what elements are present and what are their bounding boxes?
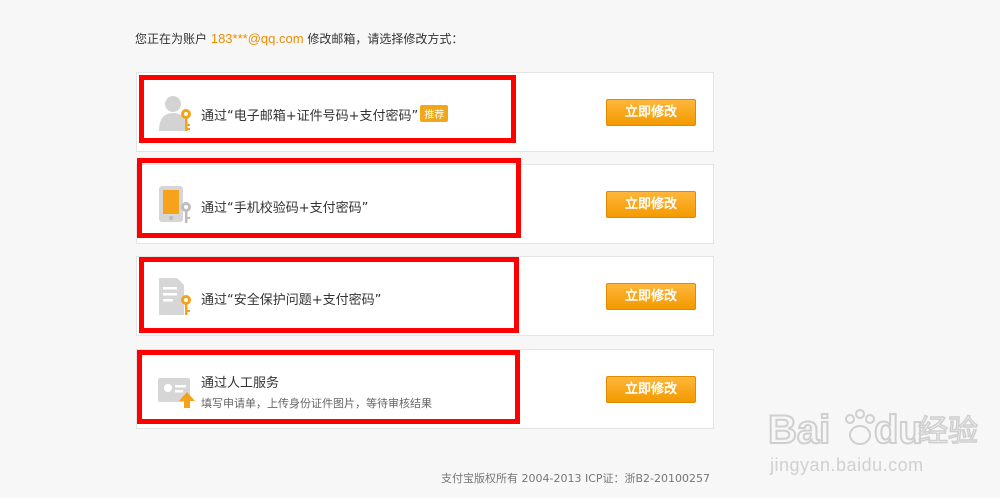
account-email: 183***@qq.com xyxy=(210,31,304,46)
id-card-upload-icon xyxy=(157,370,197,410)
document-key-icon xyxy=(157,277,197,317)
modify-now-button[interactable]: 立即修改 xyxy=(606,99,696,126)
option-manual-service: 通过人工服务 填写申请单，上传身份证件图片，等待审核结果 立即修改 xyxy=(136,349,714,429)
watermark-url: jingyan.baidu.com xyxy=(770,455,924,475)
svg-text:du: du xyxy=(874,408,923,452)
intro-prefix: 您正在为账户 xyxy=(135,32,208,46)
svg-text:经验: 经验 xyxy=(918,414,978,449)
modify-now-button[interactable]: 立即修改 xyxy=(606,376,696,403)
option-label: 通过“手机校验码+支付密码” xyxy=(201,201,369,216)
option-phone-code-password: 通过“手机校验码+支付密码” 立即修改 xyxy=(136,164,714,244)
intro-text: 您正在为账户 183***@qq.com 修改邮箱，请选择修改方式： xyxy=(135,30,463,47)
phone-key-icon xyxy=(157,185,197,225)
option-sublabel: 填写申请单，上传身份证件图片，等待审核结果 xyxy=(201,397,432,410)
recommend-badge: 推荐 xyxy=(420,105,449,122)
modify-now-button[interactable]: 立即修改 xyxy=(606,283,696,310)
copyright-footer: 支付宝版权所有 2004-2013 ICP证：浙B2-20100257 xyxy=(441,472,711,485)
intro-suffix: 修改邮箱，请选择修改方式： xyxy=(307,32,464,46)
option-label-text: 通过“电子邮箱+证件号码+支付密码” xyxy=(201,109,419,124)
svg-text:Bai: Bai xyxy=(768,408,830,452)
option-email-id-password: 通过“电子邮箱+证件号码+支付密码” 推荐 立即修改 xyxy=(136,72,714,152)
option-label: 通过人工服务 xyxy=(201,376,280,391)
option-label: 通过“电子邮箱+证件号码+支付密码” 推荐 xyxy=(201,105,449,124)
modify-now-button[interactable]: 立即修改 xyxy=(606,191,696,218)
person-key-icon xyxy=(157,93,197,133)
option-label: 通过“安全保护问题+支付密码” xyxy=(201,293,382,308)
option-security-question-password: 通过“安全保护问题+支付密码” 立即修改 xyxy=(136,256,714,336)
